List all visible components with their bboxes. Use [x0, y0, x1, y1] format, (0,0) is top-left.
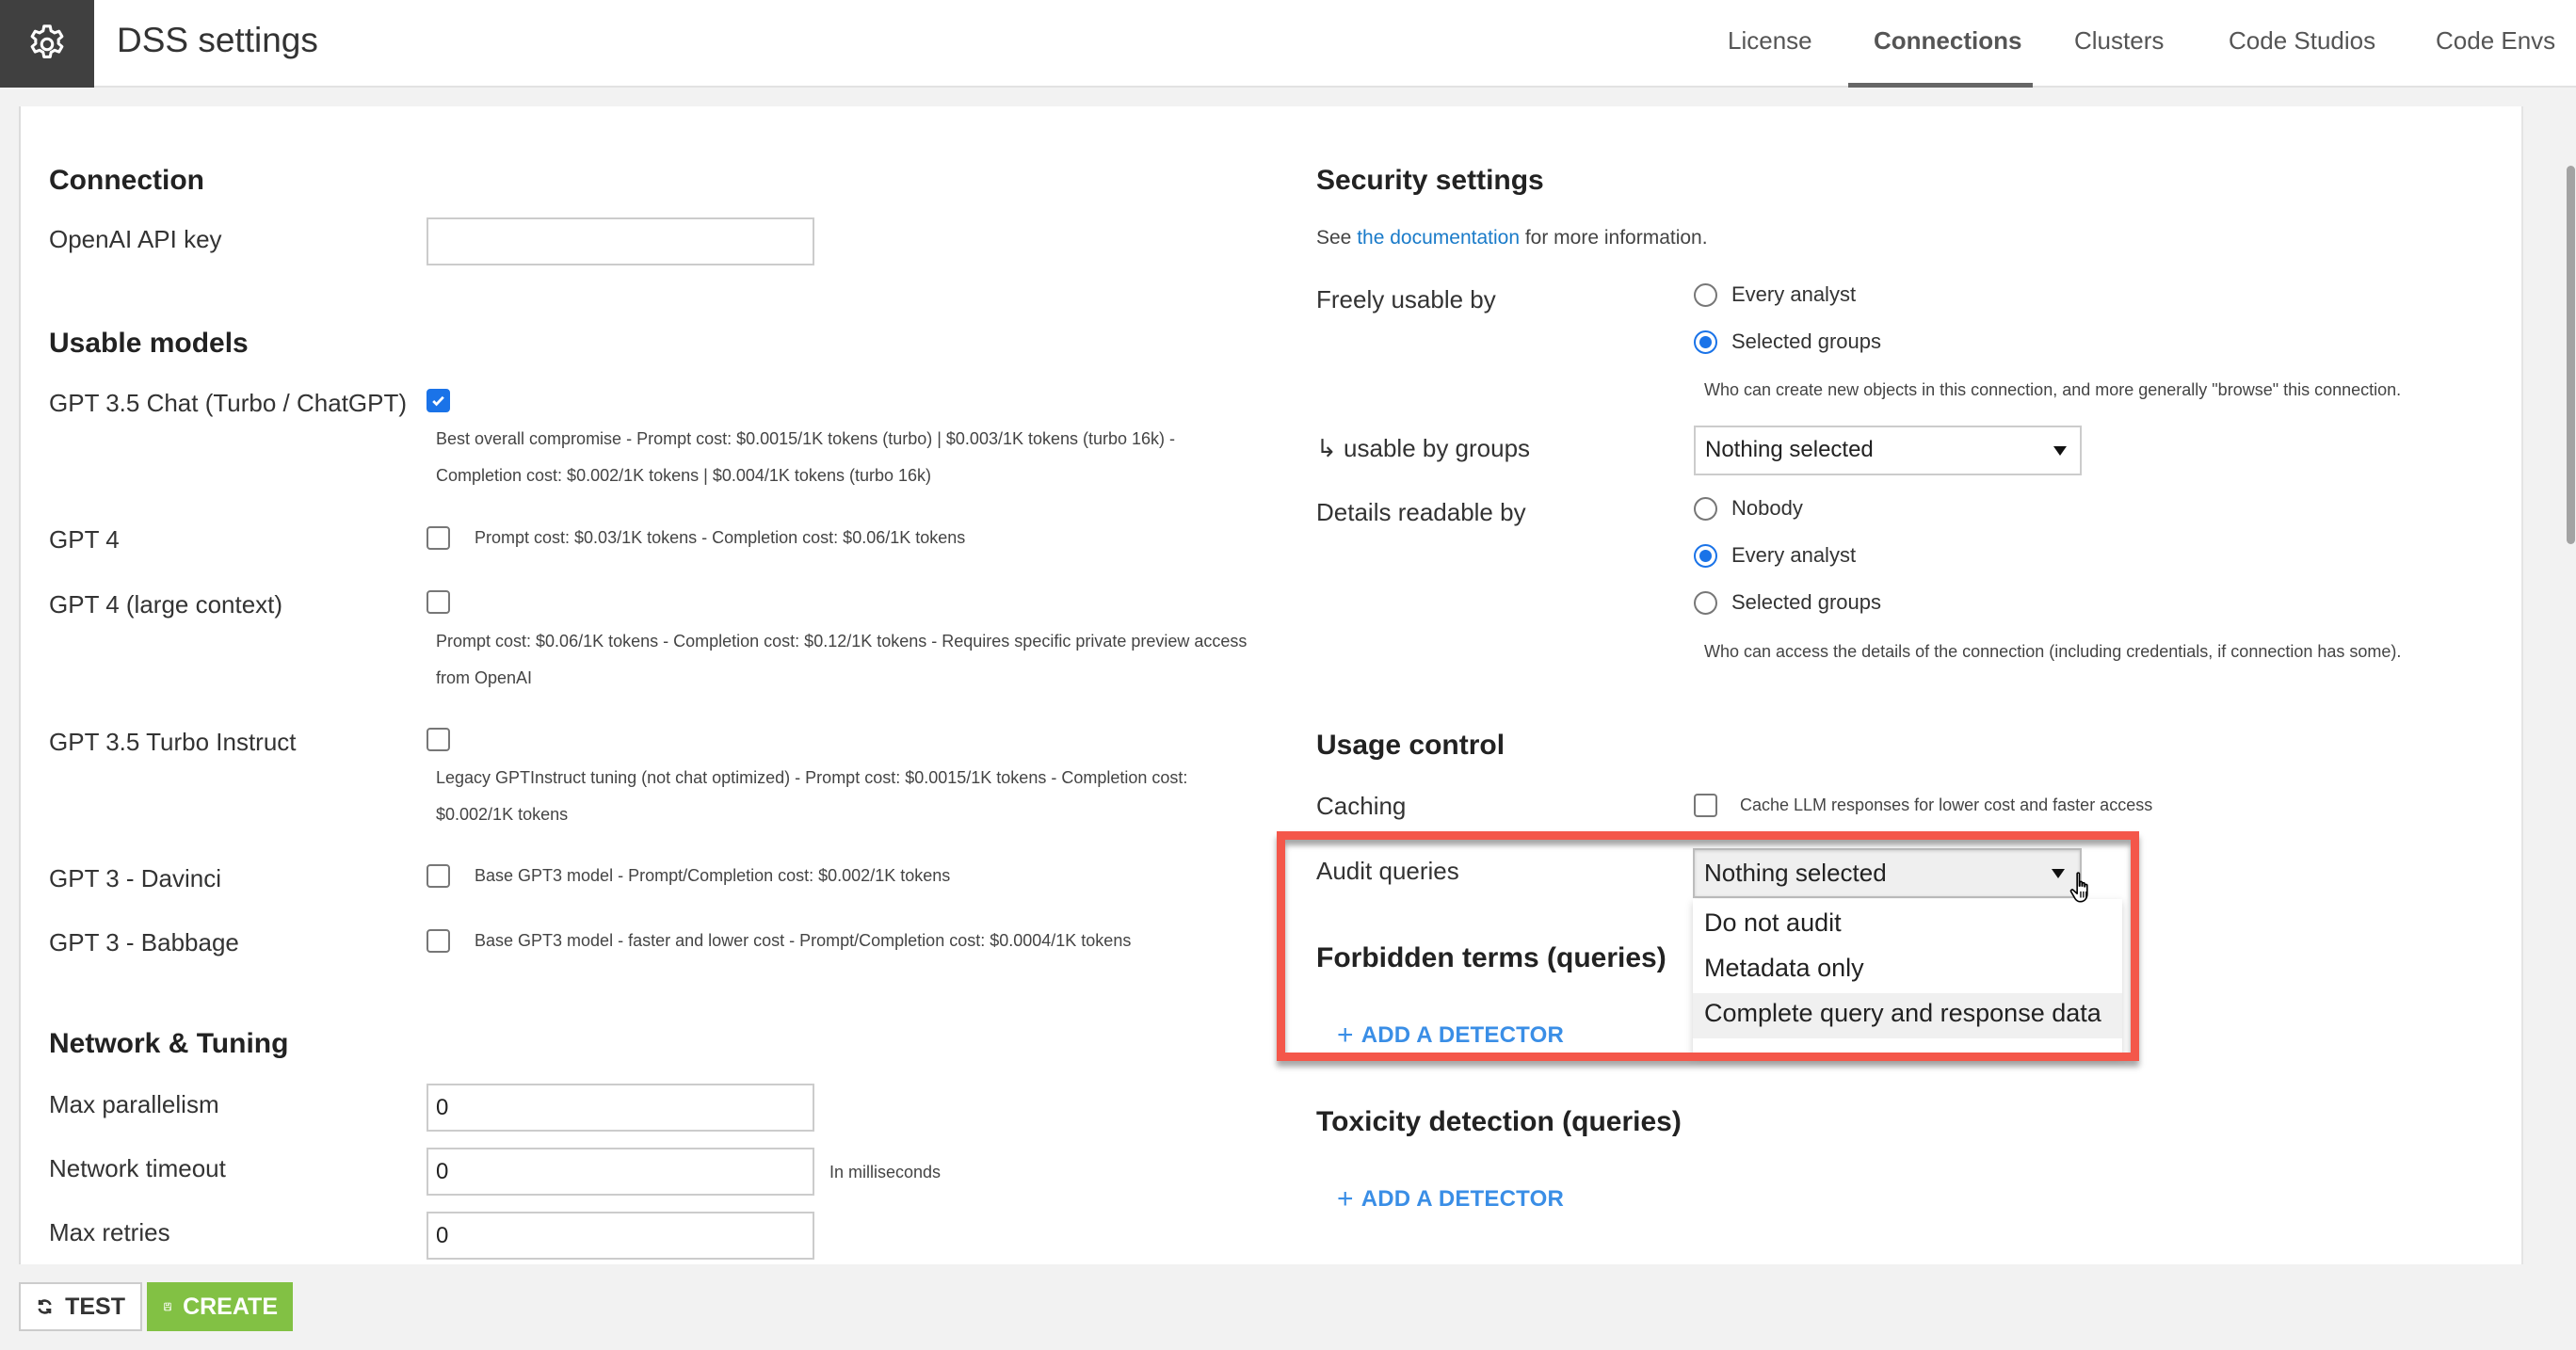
forbidden-terms-add-detector-button[interactable]: + ADD A DETECTOR [1337, 1020, 1564, 1052]
network-timeout-input[interactable] [427, 1148, 814, 1196]
network-section-title: Network & Tuning [49, 1028, 289, 1059]
freely-usable-label: Freely usable by [1316, 285, 1496, 313]
model-checkbox-gpt4-large[interactable] [427, 590, 450, 614]
model-help-gpt3-babbage: Base GPT3 model - faster and lower cost … [475, 931, 1132, 950]
api-key-label: OpenAI API key [49, 225, 222, 253]
audit-queries-label: Audit queries [1316, 857, 1459, 885]
hand-cursor-icon [2069, 872, 2088, 903]
security-section-title: Security settings [1316, 165, 1544, 196]
model-checkbox-gpt3-babbage[interactable] [427, 929, 450, 953]
freely-usable-every-analyst-radio[interactable] [1694, 283, 1717, 307]
gear-icon [30, 24, 64, 58]
audit-option-do-not-audit[interactable]: Do not audit [1693, 903, 2122, 948]
usable-by-groups-select[interactable]: Nothing selected [1694, 426, 2082, 475]
network-timeout-unit: In milliseconds [829, 1163, 942, 1181]
documentation-note: See the documentation for more informati… [1316, 227, 1708, 249]
create-button[interactable]: CREATE [147, 1282, 293, 1331]
test-button[interactable]: TEST [19, 1282, 142, 1331]
freely-usable-every-analyst-label[interactable]: Every analyst [1731, 282, 1856, 307]
top-header: DSS settings License Connections Cluster… [0, 0, 2576, 88]
documentation-link[interactable]: the documentation [1357, 227, 1520, 249]
api-key-input[interactable] [427, 217, 814, 265]
model-help-gpt4-large: Prompt cost: $0.06/1K tokens - Completio… [436, 632, 1248, 687]
checkmark-icon [432, 395, 444, 407]
details-readable-every-analyst-radio[interactable] [1694, 544, 1717, 568]
network-timeout-label: Network timeout [49, 1154, 226, 1182]
details-readable-nobody-radio[interactable] [1694, 497, 1717, 521]
max-retries-input[interactable] [427, 1212, 814, 1260]
model-label-gpt4-large: GPT 4 (large context) [49, 590, 283, 619]
details-readable-label: Details readable by [1316, 498, 1526, 526]
caching-checkbox[interactable] [1694, 794, 1717, 817]
refresh-icon [38, 1299, 52, 1314]
toxicity-add-detector-label: ADD A DETECTOR [1360, 1186, 1564, 1212]
model-label-gpt3-babbage: GPT 3 - Babbage [49, 928, 239, 956]
test-button-label: TEST [65, 1293, 125, 1320]
details-readable-nobody-label[interactable]: Nobody [1731, 496, 1803, 521]
tab-license[interactable]: License [1728, 26, 1812, 56]
caching-help: Cache LLM responses for lower cost and f… [1740, 796, 2153, 814]
max-retries-label: Max retries [49, 1218, 170, 1246]
details-readable-help: Who can access the details of the connec… [1704, 642, 2402, 661]
sub-arrow-icon: ↳ [1316, 434, 1337, 462]
forbidden-terms-add-detector-label: ADD A DETECTOR [1360, 1022, 1564, 1048]
caching-label: Caching [1316, 792, 1407, 820]
model-label-gpt3-davinci: GPT 3 - Davinci [49, 864, 222, 892]
details-readable-selected-groups-radio[interactable] [1694, 591, 1717, 615]
doc-prefix: See [1316, 227, 1358, 249]
freely-usable-selected-groups-radio[interactable] [1694, 330, 1717, 354]
tab-clusters[interactable]: Clusters [2074, 26, 2164, 56]
tab-code-envs[interactable]: Code Envs [2436, 26, 2555, 56]
max-parallelism-label: Max parallelism [49, 1090, 219, 1118]
create-button-label: CREATE [183, 1293, 278, 1320]
model-label-gpt4: GPT 4 [49, 525, 120, 554]
active-tab-indicator [1848, 83, 2033, 88]
model-help-gpt35-chat: Best overall compromise - Prompt cost: $… [436, 429, 1176, 485]
details-readable-selected-groups-label[interactable]: Selected groups [1731, 590, 1881, 615]
details-readable-every-analyst-label[interactable]: Every analyst [1731, 543, 1856, 568]
chevron-down-icon [2052, 869, 2065, 878]
audit-queries-select[interactable]: Nothing selected [1693, 848, 2082, 898]
freely-usable-selected-groups-label[interactable]: Selected groups [1731, 329, 1881, 354]
model-help-gpt35-instruct: Legacy GPTInstruct tuning (not chat opti… [436, 768, 1188, 824]
tab-connections[interactable]: Connections [1874, 26, 2021, 56]
usage-control-section-title: Usage control [1316, 730, 1505, 761]
toxicity-section-title: Toxicity detection (queries) [1316, 1106, 1682, 1137]
usable-by-groups-label: ↳ usable by groups [1316, 434, 1530, 463]
audit-option-metadata-only[interactable]: Metadata only [1693, 948, 2122, 993]
model-help-gpt4: Prompt cost: $0.03/1K tokens - Completio… [475, 528, 966, 547]
connection-section-title: Connection [49, 165, 204, 196]
usable-by-groups-value: Nothing selected [1705, 437, 1874, 462]
audit-queries-dropdown-menu: Do not audit Metadata only Complete quer… [1693, 899, 2122, 1055]
chevron-down-icon [2053, 446, 2067, 456]
model-checkbox-gpt35-chat[interactable] [427, 389, 450, 412]
audit-option-complete-data[interactable]: Complete query and response data [1693, 993, 2122, 1038]
toxicity-add-detector-button[interactable]: + ADD A DETECTOR [1337, 1183, 1564, 1215]
page-title: DSS settings [117, 21, 318, 59]
page-scrollbar-thumb[interactable] [2567, 166, 2575, 544]
model-label-gpt35-instruct: GPT 3.5 Turbo Instruct [49, 728, 297, 756]
model-checkbox-gpt4[interactable] [427, 526, 450, 550]
doc-suffix: for more information. [1520, 227, 1708, 249]
max-parallelism-input[interactable] [427, 1084, 814, 1132]
plus-icon: + [1337, 1183, 1354, 1214]
save-icon [164, 1302, 171, 1311]
usable-by-groups-text: usable by groups [1344, 434, 1531, 462]
usable-models-section-title: Usable models [49, 328, 249, 359]
settings-logo [0, 0, 94, 88]
plus-icon: + [1337, 1020, 1354, 1051]
model-label-gpt35-chat: GPT 3.5 Chat (Turbo / ChatGPT) [49, 389, 408, 417]
model-checkbox-gpt3-davinci[interactable] [427, 864, 450, 888]
tab-code-studios[interactable]: Code Studios [2229, 26, 2375, 56]
connection-settings-panel: Connection OpenAI API key Usable models … [19, 106, 2523, 1264]
forbidden-terms-section-title: Forbidden terms (queries) [1316, 942, 1666, 973]
model-checkbox-gpt35-instruct[interactable] [427, 728, 450, 751]
model-help-gpt3-davinci: Base GPT3 model - Prompt/Completion cost… [475, 866, 951, 885]
freely-usable-help: Who can create new objects in this conne… [1704, 380, 2402, 399]
audit-queries-value: Nothing selected [1704, 859, 1887, 887]
